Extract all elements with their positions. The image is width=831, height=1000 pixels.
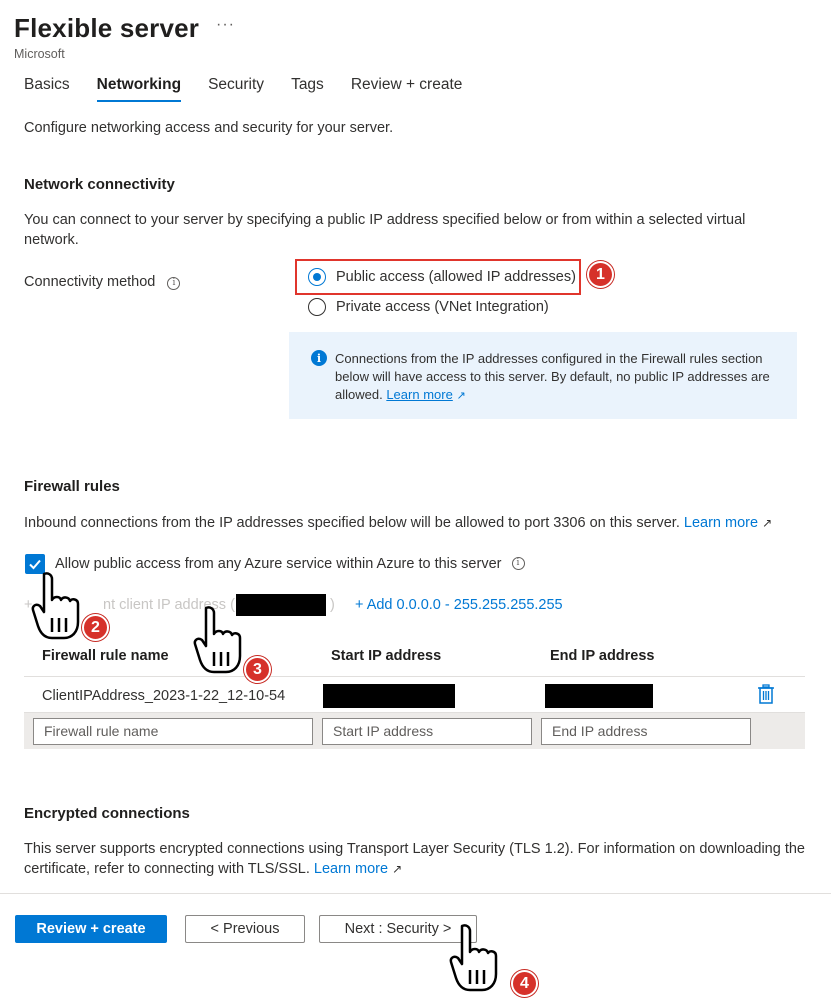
tab-bar: Basics Networking Security Tags Review +… (24, 74, 489, 102)
rule-name-input[interactable]: Firewall rule name (33, 718, 313, 745)
redacted-start-ip (323, 684, 455, 708)
connectivity-method-label: Connectivity method i (24, 272, 181, 292)
previous-button[interactable]: < Previous (185, 915, 305, 943)
firewall-rules-heading: Firewall rules (24, 478, 120, 495)
firewall-learn-more-link[interactable]: Learn more (684, 515, 758, 531)
radio-selected-icon[interactable] (308, 268, 326, 286)
end-ip-input[interactable]: End IP address (541, 718, 751, 745)
delete-rule-button[interactable] (757, 684, 775, 707)
review-create-button[interactable]: Review + create (15, 915, 167, 943)
info-circle-icon: i (311, 350, 327, 366)
encryption-description-text: This server supports encrypted connectio… (24, 841, 805, 877)
encryption-description: This server supports encrypted connectio… (24, 839, 814, 879)
intro-text: Configure networking access and security… (24, 120, 394, 136)
redacted-end-ip (545, 684, 653, 708)
info-text: Connections from the IP addresses config… (335, 350, 785, 405)
tab-basics[interactable]: Basics (24, 74, 70, 102)
callout-badge-1: 1 (587, 261, 614, 288)
hand-pointer-icon (449, 924, 498, 992)
radio-public-label: Public access (allowed IP addresses) (336, 269, 576, 285)
tab-review-create[interactable]: Review + create (351, 74, 463, 102)
footer-divider (0, 893, 831, 894)
encrypted-connections-heading: Encrypted connections (24, 805, 190, 822)
network-connectivity-heading: Network connectivity (24, 176, 175, 193)
page-title: Flexible server (14, 13, 200, 43)
publisher-label: Microsoft (14, 47, 65, 61)
allow-azure-label: Allow public access from any Azure servi… (55, 554, 525, 574)
network-description: You can connect to your server by specif… (24, 212, 746, 248)
callout-badge-4: 4 (511, 970, 538, 997)
column-rule-name: Firewall rule name (42, 648, 169, 664)
info-icon[interactable]: i (511, 557, 525, 570)
allow-azure-text: Allow public access from any Azure servi… (55, 556, 502, 572)
radio-public-access[interactable]: Public access (allowed IP addresses) (308, 268, 576, 286)
rule-name-cell: ClientIPAddress_2023-1-22_12-10-54 (42, 688, 286, 704)
column-start-ip: Start IP address (331, 648, 442, 664)
header-divider (24, 676, 805, 677)
add-client-ip-suffix: ) (330, 597, 335, 613)
info-learn-more-link[interactable]: Learn more (386, 387, 452, 402)
firewall-description: Inbound connections from the IP addresse… (24, 513, 814, 533)
start-ip-input[interactable]: Start IP address (322, 718, 532, 745)
connectivity-method-text: Connectivity method (24, 274, 156, 290)
external-link-icon: ↗ (392, 862, 403, 876)
add-range-button[interactable]: + Add 0.0.0.0 - 255.255.255.255 (355, 597, 563, 613)
more-options-button[interactable]: ··· (216, 16, 235, 34)
checkmark-icon (29, 559, 41, 570)
tab-tags[interactable]: Tags (291, 74, 324, 102)
encryption-learn-more-link[interactable]: Learn more (314, 861, 388, 877)
tab-networking[interactable]: Networking (96, 74, 182, 102)
external-link-icon: ↗ (762, 516, 773, 530)
column-end-ip: End IP address (550, 648, 655, 664)
callout-badge-3: 3 (244, 656, 271, 683)
trash-icon (758, 684, 774, 704)
callout-badge-2: 2 (82, 614, 109, 641)
radio-private-access[interactable]: Private access (VNet Integration) (308, 298, 549, 316)
external-link-icon: ↗ (456, 390, 466, 402)
radio-unselected-icon[interactable] (308, 298, 326, 316)
info-icon[interactable]: i (167, 277, 181, 290)
tab-security[interactable]: Security (208, 74, 264, 102)
radio-private-label: Private access (VNet Integration) (336, 299, 549, 315)
firewall-description-text: Inbound connections from the IP addresse… (24, 515, 680, 531)
